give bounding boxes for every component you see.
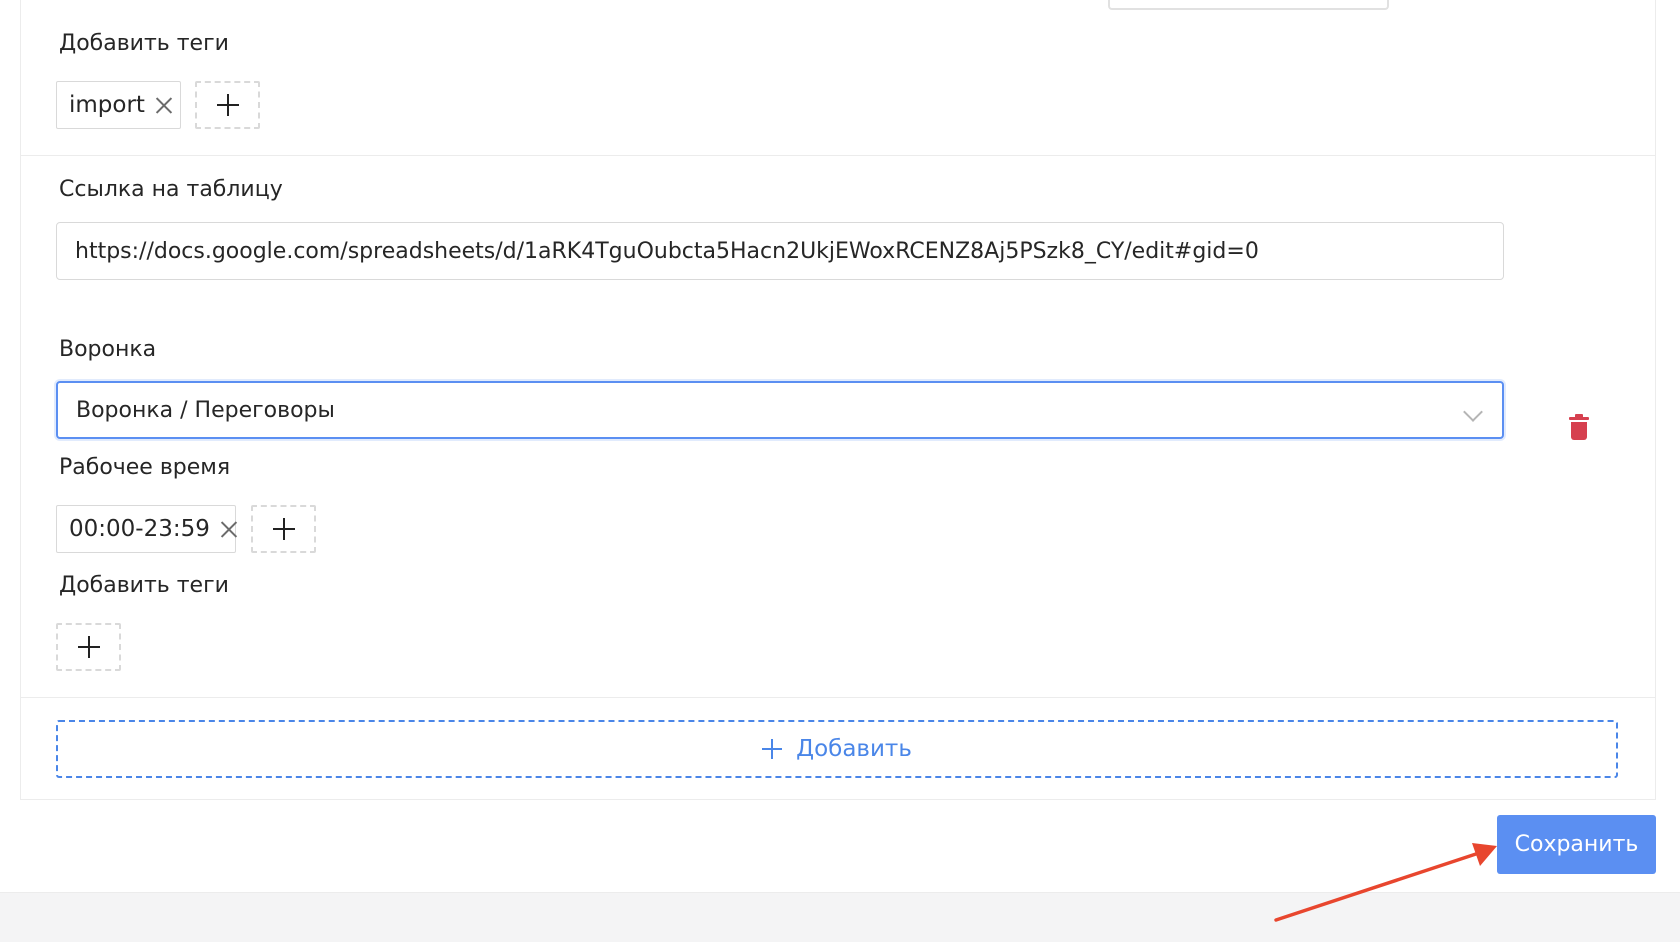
plus-icon: [77, 636, 100, 658]
save-button[interactable]: Сохранить: [1497, 815, 1656, 874]
tag-import: import: [56, 81, 181, 129]
tag-text: import: [69, 92, 145, 118]
add-section-button[interactable]: Добавить: [56, 720, 1618, 778]
add-tag-button-1[interactable]: [195, 81, 260, 129]
funnel-selected-value: Воронка / Переговоры: [76, 397, 335, 423]
funnel-select[interactable]: Воронка / Переговоры: [56, 381, 1504, 439]
funnel-label: Воронка: [59, 337, 157, 362]
section-divider: [21, 155, 1655, 156]
previous-field-bottom: [1108, 0, 1389, 10]
page-background: Добавить теги import Ссылка на таблицу h…: [0, 0, 1680, 893]
plus-icon: [762, 739, 783, 759]
close-icon[interactable]: [155, 96, 168, 114]
plus-icon: [272, 518, 295, 540]
add-tag-button-2[interactable]: [56, 623, 121, 671]
add-tags-label-2: Добавить теги: [59, 573, 229, 598]
close-icon[interactable]: [220, 520, 223, 538]
add-work-time-button[interactable]: [251, 505, 316, 553]
tag-text: 00:00-23:59: [69, 516, 210, 542]
tag-work-time: 00:00-23:59: [56, 505, 236, 553]
add-section-label: Добавить: [796, 736, 912, 762]
trash-bin: [1571, 422, 1587, 440]
work-time-label: Рабочее время: [59, 455, 231, 480]
table-link-label: Ссылка на таблицу: [59, 177, 283, 202]
add-tags-label-1: Добавить теги: [59, 31, 229, 56]
trash-lid: [1569, 417, 1589, 420]
chevron-down-icon: [1463, 402, 1483, 422]
trash-icon[interactable]: [1569, 414, 1589, 440]
table-link-value: https://docs.google.com/spreadsheets/d/1…: [75, 238, 1259, 264]
table-link-input[interactable]: https://docs.google.com/spreadsheets/d/1…: [56, 222, 1504, 280]
plus-icon: [216, 94, 239, 116]
section-divider: [21, 697, 1655, 698]
